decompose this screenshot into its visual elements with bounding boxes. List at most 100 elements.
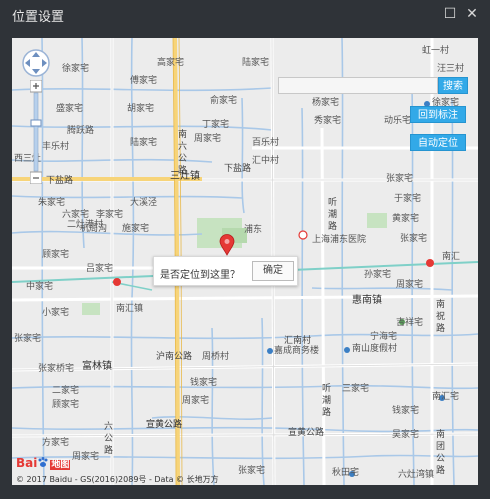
- pan-arrows-icon[interactable]: [21, 48, 51, 78]
- map-label: 南: [436, 300, 446, 310]
- zoom-slider-icon[interactable]: [29, 79, 43, 185]
- map-label: 朱家宅: [38, 198, 66, 208]
- map-view[interactable]: 徐家宅 高家宅 傅家宅 陆家宅 虹一村 汪三村 徐家宅 盛家宅 胡家宅 俞家宅 …: [12, 38, 478, 485]
- map-label: 周家宅: [194, 134, 222, 144]
- map-label: 南: [436, 430, 446, 440]
- map-label: 下盐路: [46, 176, 74, 186]
- map-label: 吉祥宅: [396, 318, 424, 328]
- map-label: 机局沟: [80, 224, 108, 234]
- map-label: 公: [104, 434, 114, 444]
- map-label: 南汇镇: [116, 304, 144, 314]
- map-label: 三灶镇: [170, 171, 200, 182]
- map-label: 宣黄公路: [288, 428, 325, 438]
- location-search-input[interactable]: [278, 77, 438, 94]
- map-label: 吴家宅: [392, 430, 420, 440]
- map-label: 六: [104, 422, 114, 432]
- confirm-button[interactable]: 确定: [252, 261, 294, 281]
- map-label: 小家宅: [42, 308, 70, 318]
- map-pan-control[interactable]: [21, 48, 51, 78]
- close-button[interactable]: ✕: [462, 4, 482, 24]
- map-label: 下盐路: [224, 164, 252, 174]
- map-label: 宁海宅: [370, 332, 398, 342]
- map-label: 汪三村: [437, 64, 465, 74]
- map-label: 中家宅: [26, 282, 54, 292]
- map-label: 孙家宅: [364, 270, 392, 280]
- location-settings-window: 位置设置 ☐ ✕ 徐家宅 高家宅 傅家宅 陆家宅 虹一村 汪三村 徐家宅 盛家宅…: [0, 0, 490, 499]
- map-label: 六灶湾镇: [398, 470, 435, 480]
- window-title: 位置设置: [12, 10, 65, 25]
- map-label: 祝: [436, 312, 446, 322]
- map-label: 宣黄公路: [146, 420, 183, 430]
- locate-confirm-popup: 是否定位到这里？ 确定: [153, 256, 298, 286]
- map-label: 汇南村: [284, 336, 312, 346]
- map-label: 沪南公路: [156, 352, 193, 362]
- map-label: 浦东: [244, 225, 263, 235]
- map-label: 汇中村: [252, 156, 280, 166]
- search-button[interactable]: 搜索: [438, 77, 468, 94]
- map-label: 六家宅: [62, 210, 90, 220]
- map-label: 李家宅: [96, 210, 124, 220]
- map-label: 傅家宅: [130, 76, 158, 86]
- baidu-map-logo: Bai 地图: [16, 456, 71, 470]
- map-label: 嘉成商务楼: [274, 346, 320, 356]
- map-label: 杨家宅: [312, 98, 340, 108]
- map-label: 南: [178, 130, 188, 140]
- map-label: 路: [104, 446, 114, 456]
- map-label: 顾家宅: [52, 400, 80, 410]
- map-label: 胡家宅: [127, 104, 155, 114]
- map-label: 虹一村: [422, 46, 450, 56]
- zoom-control[interactable]: [29, 79, 43, 185]
- map-label: 盛家宅: [56, 104, 84, 114]
- map-label: 施家宅: [122, 224, 150, 234]
- map-label: 路: [322, 408, 332, 418]
- map-label: 于家宅: [394, 194, 422, 204]
- location-marker-icon[interactable]: [219, 234, 235, 256]
- map-label: 二家宅: [52, 386, 80, 396]
- map-label: 上海浦东医院: [312, 235, 367, 245]
- popup-question: 是否定位到这里？: [160, 270, 240, 281]
- map-label: 南汇: [442, 252, 461, 262]
- map-label: 富林镇: [82, 361, 112, 372]
- map-label: 周家宅: [182, 396, 210, 406]
- map-label: 丰乐村: [42, 142, 70, 152]
- map-label: 俞家宅: [210, 96, 238, 106]
- map-label: 张家宅: [14, 334, 42, 344]
- map-label: 周桥村: [202, 352, 230, 362]
- map-label: 方家宅: [42, 438, 70, 448]
- map-label: 张家宅: [386, 174, 414, 184]
- map-label: 听: [328, 198, 338, 208]
- map-label: 听: [322, 384, 332, 394]
- map-label: 徐家宅: [62, 64, 90, 74]
- map-label: 路: [436, 466, 446, 476]
- map-label: 路: [328, 222, 338, 232]
- map-label: 秀家宅: [314, 116, 342, 126]
- map-label: 公: [178, 154, 188, 164]
- map-copyright: © 2017 Baidu - GS(2016)2089号 - Data © 长地…: [16, 475, 219, 484]
- auto-locate-button[interactable]: 自动定位: [410, 134, 466, 151]
- back-to-mark-button[interactable]: 回到标注: [410, 106, 466, 123]
- map-label: 潮: [322, 396, 332, 406]
- map-label: 顾家宅: [42, 250, 70, 260]
- map-label: 团: [436, 442, 446, 452]
- map-label: 秋田宅: [332, 468, 360, 478]
- map-label: 大溪泾: [130, 198, 158, 208]
- map-label: 百乐村: [252, 138, 280, 148]
- map-label: 张家桥宅: [38, 364, 75, 374]
- map-label: 黄家宅: [392, 214, 420, 224]
- maximize-button[interactable]: ☐: [440, 4, 460, 24]
- map-label: 张家宅: [238, 466, 266, 476]
- map-label: 惠南镇: [352, 295, 382, 306]
- map-label: 钱家宅: [190, 378, 218, 388]
- map-label: 陆家宅: [130, 138, 158, 148]
- map-label: 陆家宅: [242, 58, 270, 68]
- map-label: 南汇宅: [432, 392, 460, 402]
- map-label: 动乐宅: [384, 116, 412, 126]
- paw-icon: [38, 457, 48, 467]
- map-label: 南山度假村: [352, 344, 398, 354]
- map-label: 吕家宅: [86, 264, 114, 274]
- title-bar: 位置设置 ☐ ✕: [0, 0, 490, 28]
- map-label: 腾跃路: [67, 126, 95, 136]
- map-label: 公: [436, 454, 446, 464]
- map-label: 钱家宅: [392, 406, 420, 416]
- map-label: 丁家宅: [202, 120, 230, 130]
